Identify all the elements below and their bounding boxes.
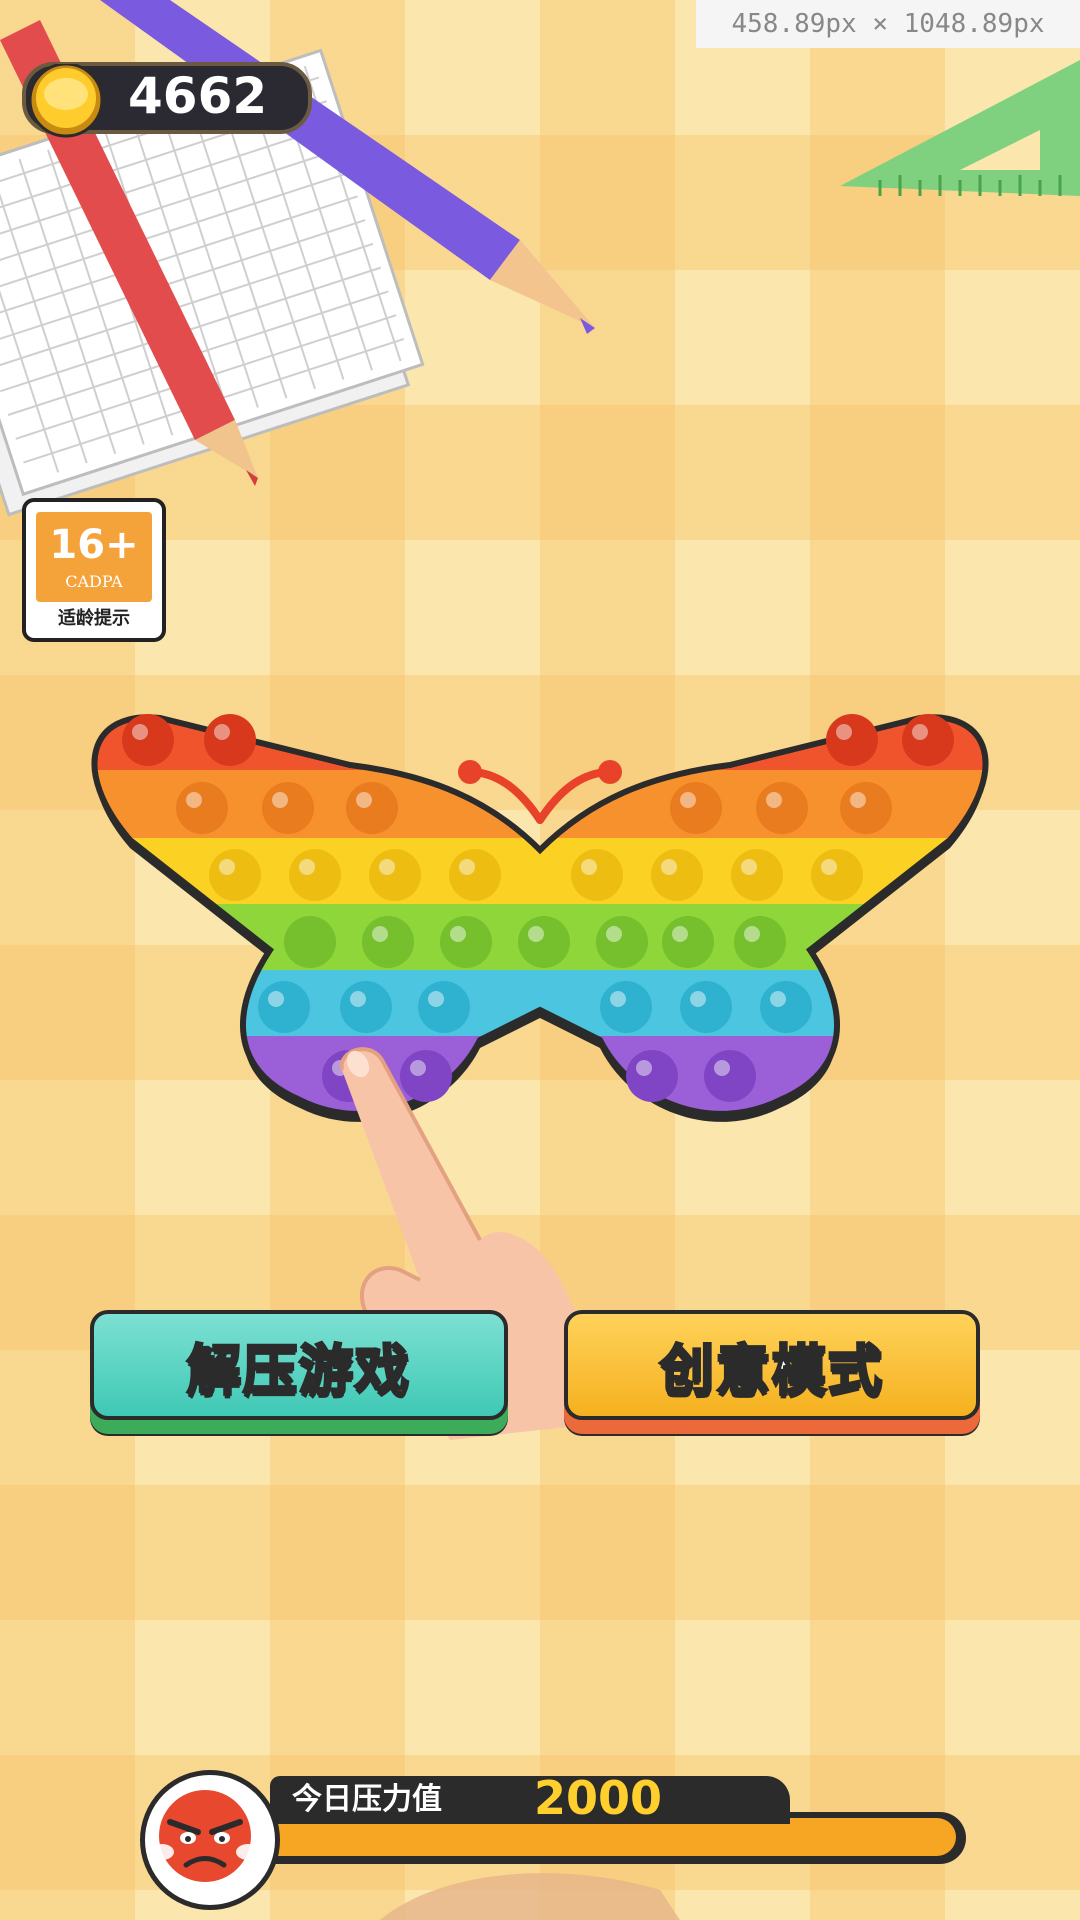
viewport-size-readout: 458.89px × 1048.89px: [696, 0, 1080, 48]
age-rating-org: CADPA: [65, 572, 123, 591]
angry-face-icon: [140, 1770, 280, 1910]
age-rating-label: 适龄提示: [58, 608, 130, 629]
age-rating-number: 16+: [49, 522, 139, 568]
stress-label: 今日压力值: [292, 1782, 442, 1817]
age-badge-icon: 16+ CADPA: [36, 512, 152, 602]
coin-icon: [28, 64, 104, 138]
relax-game-button[interactable]: 解压游戏: [90, 1310, 508, 1420]
creative-mode-button[interactable]: 创意模式: [564, 1310, 980, 1420]
ruler: [840, 60, 1080, 196]
age-rating-badge[interactable]: 16+ CADPA 适龄提示: [22, 498, 166, 642]
coin-count: 4662: [128, 67, 268, 125]
stress-value: 2000: [534, 1771, 663, 1825]
